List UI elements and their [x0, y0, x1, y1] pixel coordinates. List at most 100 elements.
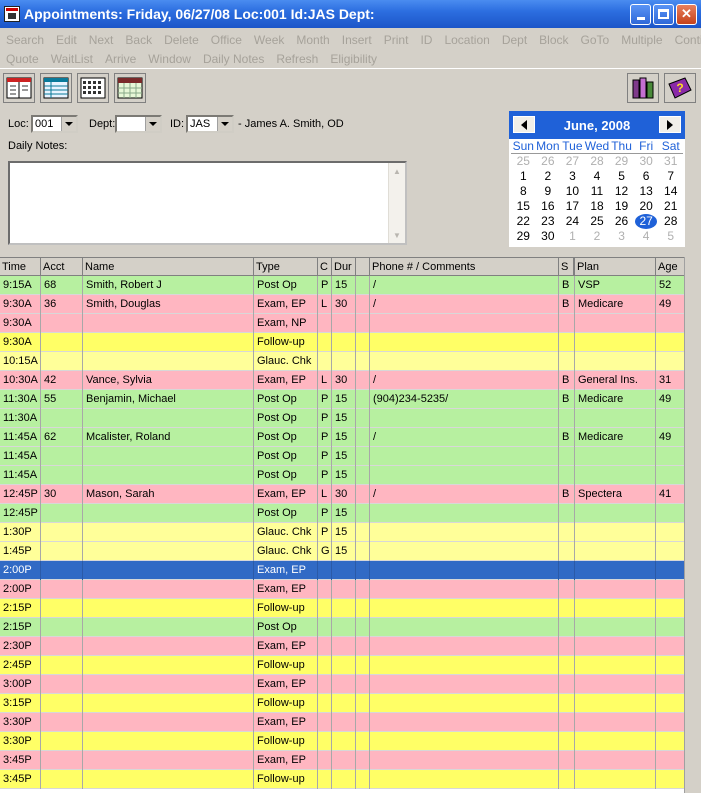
- col-blank-header[interactable]: [356, 258, 370, 276]
- menu-item-search[interactable]: Search: [6, 33, 44, 47]
- col-name-header[interactable]: Name: [83, 258, 254, 276]
- calendar-day[interactable]: 10: [560, 184, 585, 199]
- menu-item-block[interactable]: Block: [539, 33, 568, 47]
- calendar-day[interactable]: 17: [560, 199, 585, 214]
- dept-select[interactable]: [115, 115, 162, 133]
- books-button[interactable]: [627, 73, 659, 103]
- menu-item-delete[interactable]: Delete: [164, 33, 199, 47]
- menu-item-office[interactable]: Office: [211, 33, 242, 47]
- calendar-day[interactable]: 30: [634, 154, 659, 169]
- calendar-day[interactable]: 25: [511, 154, 536, 169]
- calendar-day[interactable]: 5: [609, 169, 634, 184]
- table-row[interactable]: 11:30A Post Op P 15: [0, 409, 684, 428]
- table-row[interactable]: 3:30P Follow-up: [0, 732, 684, 751]
- day-view-button[interactable]: [3, 73, 35, 103]
- menu-item-multiple[interactable]: Multiple: [621, 33, 662, 47]
- calendar-day[interactable]: 28: [585, 154, 610, 169]
- table-row[interactable]: 10:30A 42 Vance, Sylvia Exam, EP L 30 /B Genera…: [0, 371, 684, 390]
- calendar-day[interactable]: 12: [609, 184, 634, 199]
- table-row[interactable]: 2:15P Follow-up: [0, 599, 684, 618]
- table-row[interactable]: 2:15P Post Op: [0, 618, 684, 637]
- menu-item-location[interactable]: Location: [444, 33, 489, 47]
- col-s-header[interactable]: S: [559, 258, 575, 276]
- calendar-view-button[interactable]: [114, 73, 146, 103]
- table-row[interactable]: 11:45A Post Op P 15: [0, 466, 684, 485]
- table-row[interactable]: 9:30A Exam, NP: [0, 314, 684, 333]
- table-row[interactable]: 11:45A 62 Mcalister, Roland Post Op P 15 /B Med…: [0, 428, 684, 447]
- calendar-day[interactable]: 22: [511, 214, 536, 229]
- table-row[interactable]: 2:45P Follow-up: [0, 656, 684, 675]
- table-row[interactable]: 11:30A 55 Benjamin, Michael Post Op P 15 (904)…: [0, 390, 684, 409]
- calendar-day[interactable]: 20: [634, 199, 659, 214]
- menu-item-goto[interactable]: GoTo: [581, 33, 610, 47]
- calendar-day[interactable]: 6: [634, 169, 659, 184]
- table-row[interactable]: 9:30A 36 Smith, Douglas Exam, EP L 30 /B Medica…: [0, 295, 684, 314]
- calendar-day[interactable]: 9: [536, 184, 561, 199]
- col-acct-header[interactable]: Acct: [41, 258, 83, 276]
- menu-item-print[interactable]: Print: [384, 33, 409, 47]
- col-dur-header[interactable]: Dur: [332, 258, 356, 276]
- id-select[interactable]: JAS: [186, 115, 234, 133]
- table-row[interactable]: 12:45P 30 Mason, Sarah Exam, EP L 30/B Specter…: [0, 485, 684, 504]
- chevron-down-icon[interactable]: [217, 117, 232, 131]
- table-row[interactable]: 3:45P Exam, EP: [0, 751, 684, 770]
- minimize-button[interactable]: [630, 3, 651, 25]
- table-row[interactable]: 9:30A Follow-up: [0, 333, 684, 352]
- calendar-day[interactable]: 23: [536, 214, 561, 229]
- menu-item-refresh[interactable]: Refresh: [276, 52, 318, 66]
- calendar-day[interactable]: 2: [536, 169, 561, 184]
- calendar-day[interactable]: 1: [560, 229, 585, 244]
- table-row[interactable]: 3:15P Follow-up: [0, 694, 684, 713]
- calendar-day[interactable]: 1: [511, 169, 536, 184]
- table-row[interactable]: 2:00P Exam, EP: [0, 561, 684, 580]
- menu-item-month[interactable]: Month: [296, 33, 329, 47]
- calendar-day[interactable]: 25: [585, 214, 610, 229]
- calendar-day[interactable]: 7: [658, 169, 683, 184]
- menu-item-back[interactable]: Back: [125, 33, 152, 47]
- menu-item-quote[interactable]: Quote: [6, 52, 39, 66]
- daily-notes-textarea[interactable]: ▲ ▼: [8, 161, 407, 245]
- help-button[interactable]: ?: [664, 73, 696, 103]
- calendar-day[interactable]: 15: [511, 199, 536, 214]
- calendar-day[interactable]: 11: [585, 184, 610, 199]
- scroll-down-icon[interactable]: ▼: [390, 228, 404, 242]
- calendar-day[interactable]: 27: [560, 154, 585, 169]
- calendar-day[interactable]: 13: [634, 184, 659, 199]
- chevron-down-icon[interactable]: [145, 117, 160, 131]
- menu-item-continue[interactable]: Continue: [675, 33, 701, 47]
- col-age-header[interactable]: Age: [656, 258, 684, 276]
- calendar-day[interactable]: 28: [658, 214, 683, 229]
- calendar-day[interactable]: 29: [511, 229, 536, 244]
- menu-item-arrive[interactable]: Arrive: [105, 52, 136, 66]
- maximize-button[interactable]: [653, 3, 674, 25]
- menu-item-eligibility[interactable]: Eligibility: [330, 52, 377, 66]
- table-row[interactable]: 11:45A Post Op P 15: [0, 447, 684, 466]
- menu-item-insert[interactable]: Insert: [342, 33, 372, 47]
- calendar-day[interactable]: 27: [634, 214, 659, 229]
- table-row[interactable]: 12:45P Post Op P 15: [0, 504, 684, 523]
- table-row[interactable]: 9:15A 68 Smith, Robert J Post Op P 15 /B VSP 52: [0, 276, 684, 295]
- calendar-day[interactable]: 4: [585, 169, 610, 184]
- next-month-button[interactable]: [659, 116, 681, 133]
- menu-item-week[interactable]: Week: [254, 33, 284, 47]
- table-row[interactable]: 3:45P Follow-up: [0, 770, 684, 789]
- calendar-day[interactable]: 14: [658, 184, 683, 199]
- menu-item-waitlist[interactable]: WaitList: [51, 52, 93, 66]
- table-row[interactable]: 2:30P Exam, EP: [0, 637, 684, 656]
- calendar-day[interactable]: 16: [536, 199, 561, 214]
- chevron-down-icon[interactable]: [61, 117, 76, 131]
- calendar-day[interactable]: 3: [609, 229, 634, 244]
- calendar-day[interactable]: 19: [609, 199, 634, 214]
- calendar-day[interactable]: 26: [609, 214, 634, 229]
- calendar-day[interactable]: 30: [536, 229, 561, 244]
- app-icon[interactable]: [4, 6, 20, 22]
- col-type-header[interactable]: Type: [254, 258, 318, 276]
- loc-select[interactable]: 001: [31, 115, 78, 133]
- table-row[interactable]: 1:30P Glauc. Chk P 15: [0, 523, 684, 542]
- calendar-day[interactable]: 4: [634, 229, 659, 244]
- table-row[interactable]: 3:30P Exam, EP: [0, 713, 684, 732]
- calendar-day[interactable]: 2: [585, 229, 610, 244]
- calendar-day[interactable]: 24: [560, 214, 585, 229]
- menu-item-id[interactable]: ID: [420, 33, 432, 47]
- prev-month-button[interactable]: [513, 116, 535, 133]
